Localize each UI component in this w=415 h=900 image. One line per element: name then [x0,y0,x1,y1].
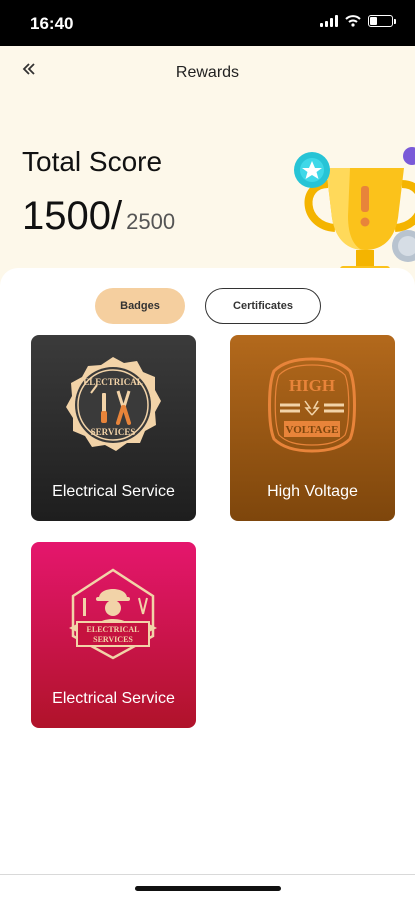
score-value: 1500 [22,194,111,238]
wifi-icon [345,15,361,27]
score-total: 2500 [126,209,176,234]
badge-card-electrical-service[interactable]: ELECTRICAL SERVICES Electrical Service [31,335,196,521]
home-indicator[interactable] [135,886,281,891]
battery-icon [368,15,396,27]
rewards-tabs: Badges Certificates [95,288,321,324]
badge-card-high-voltage[interactable]: HIGH VOLTAGE High Voltage [230,335,395,521]
badge-label: High Voltage [267,483,358,500]
total-score-label: Total Score [22,146,163,177]
emblem-text-top: ELECTRICAL [87,625,140,634]
emblem-text-bottom: VOLTAGE [286,424,339,436]
status-icons [320,15,396,27]
status-bar: 16:40 [0,0,415,46]
electrical-services-seal-icon: ELECTRICAL SERVICES [66,357,161,451]
emblem-text-bottom: SERVICES [91,427,136,437]
signal-icon [320,15,338,27]
electrician-shield-icon: ELECTRICAL SERVICES [69,568,157,660]
page-title: Rewards [175,64,240,81]
badge-label: Electrical Service [52,690,175,707]
emblem-text-bottom: SERVICES [93,635,133,644]
badge-card-electrical-service-2[interactable]: ELECTRICAL SERVICES Electrical Service [31,542,196,728]
rewards-content: Badges Certificates ELECTRICAL SERVICES … [0,268,415,900]
emblem-text-top: HIGH [289,376,335,395]
score-separator: / [110,194,123,238]
tab-badges[interactable]: Badges [95,288,185,324]
badge-label: Electrical Service [52,483,175,500]
tab-certificates[interactable]: Certificates [205,288,321,324]
rewards-header: Rewards Total Score 1500 / 2500 [0,46,415,286]
emblem-text-top: ELECTRICAL [83,377,143,387]
high-voltage-seal-icon: HIGH VOLTAGE [268,357,356,453]
status-time: 16:40 [30,14,74,33]
bottom-divider [0,874,415,875]
score-row: 1500 / 2500 [22,194,175,239]
trophy-icon [294,147,415,286]
